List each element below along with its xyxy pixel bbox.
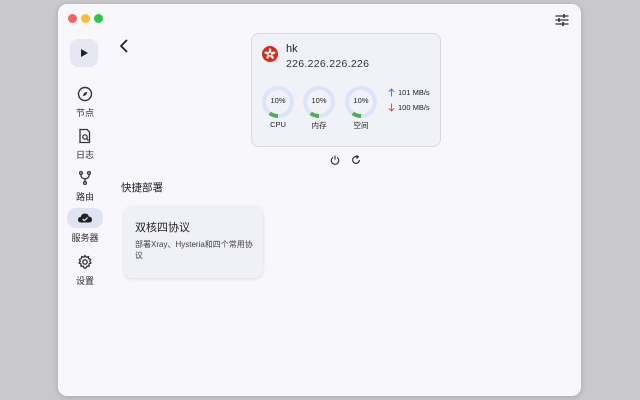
sidebar-item-label: 设置 — [75, 276, 94, 286]
sidebar-item-label: 节点 — [75, 108, 94, 118]
deploy-card[interactable]: 双核四协议 部署Xray、Hysteria和四个常用协议 — [124, 206, 263, 278]
restart-icon[interactable] — [351, 155, 361, 165]
document-search-icon — [79, 128, 91, 144]
hong-kong-flag-icon — [262, 46, 278, 62]
sliders-icon[interactable] — [555, 13, 569, 27]
compass-icon — [77, 86, 93, 102]
disk-value: 10% — [353, 96, 369, 105]
download-speed: 100 MB/s — [388, 103, 430, 112]
deploy-card-title: 双核四协议 — [135, 222, 190, 234]
memory-value: 10% — [311, 96, 327, 105]
play-icon — [81, 49, 88, 57]
sidebar-item-logs[interactable]: 日志 — [58, 127, 112, 165]
server-ip: 226.226.226.226 — [286, 58, 370, 70]
fork-icon — [78, 170, 92, 186]
quick-deploy-title: 快捷部署 — [121, 182, 163, 194]
back-icon[interactable] — [116, 38, 132, 54]
close-window-button[interactable] — [68, 14, 77, 23]
app-window: 节点 日志 路由 服务器 设置 hk 226.226.226.226 10% C… — [58, 4, 581, 396]
cpu-value: 10% — [270, 96, 286, 105]
maximize-window-button[interactable] — [94, 14, 103, 23]
download-speed-value: 100 MB/s — [398, 103, 430, 112]
deploy-card-description: 部署Xray、Hysteria和四个常用协议 — [135, 240, 253, 260]
sidebar-item-nodes[interactable]: 节点 — [58, 85, 112, 123]
sidebar-item-settings[interactable]: 设置 — [58, 253, 112, 291]
arrow-up-icon — [388, 88, 395, 97]
sidebar-item-label: 路由 — [75, 192, 94, 202]
server-card[interactable]: hk 226.226.226.226 10% CPU 10% 内存 10% 空间… — [251, 33, 441, 147]
minimize-window-button[interactable] — [81, 14, 90, 23]
sidebar-item-label: 日志 — [75, 150, 94, 160]
start-button[interactable] — [70, 39, 98, 67]
sidebar-item-servers[interactable]: 服务器 — [58, 208, 112, 246]
disk-label: 空间 — [353, 121, 369, 130]
upload-speed: 101 MB/s — [388, 88, 430, 97]
memory-label: 内存 — [311, 121, 327, 130]
cloud-icon — [78, 213, 92, 223]
upload-speed-value: 101 MB/s — [398, 88, 430, 97]
power-icon[interactable] — [330, 155, 340, 165]
server-name: hk — [286, 43, 298, 55]
gear-icon — [78, 254, 92, 269]
sidebar-item-routing[interactable]: 路由 — [58, 169, 112, 207]
cpu-label: CPU — [270, 120, 286, 129]
arrow-down-icon — [388, 103, 395, 112]
sidebar-item-label: 服务器 — [71, 233, 99, 243]
